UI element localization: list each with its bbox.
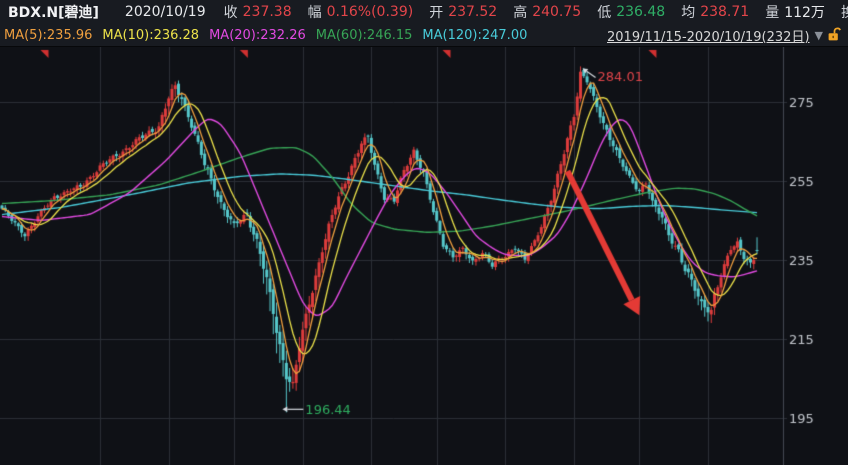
field-high: 高240.75 <box>513 2 581 22</box>
field-open: 开237.52 <box>429 2 497 22</box>
ma-legend-item-3: MA(60):246.15 <box>316 28 413 43</box>
header-field-value: 240.75 <box>532 4 581 20</box>
quote-row: BDX.N[碧迪] 2020/10/19 收237.38 幅0.16%(0.39… <box>0 0 848 24</box>
field-avg: 均238.71 <box>681 2 749 22</box>
ma-legend-item-2: MA(20):232.26 <box>209 28 306 43</box>
field-turnover: 换0.39% <box>841 2 848 22</box>
chevron-down-icon[interactable]: ▼ <box>815 29 823 42</box>
quote-date: 2020/10/19 <box>125 4 206 20</box>
field-close: 收237.38 <box>224 2 292 22</box>
stock-symbol: BDX.N[碧迪] <box>8 2 99 22</box>
ma-legend-item-1: MA(10):236.28 <box>102 28 199 43</box>
ma-legend-item-4: MA(120):247.00 <box>422 28 527 43</box>
header-field-value: 112万 <box>784 2 825 22</box>
header-field-value: 237.38 <box>243 4 292 20</box>
date-range-selector[interactable]: 2019/11/15-2020/10/19(232日) ▼ <box>607 24 842 46</box>
ma-legend-item-0: MA(5):235.96 <box>4 28 92 43</box>
header-field-value: 0.16%(0.39) <box>327 4 414 20</box>
date-range-label[interactable]: 2019/11/15-2020/10/19(232日) <box>607 26 810 45</box>
header-field-value: 236.48 <box>616 4 665 20</box>
field-volume: 量112万 <box>765 2 825 22</box>
header: BDX.N[碧迪] 2020/10/19 收237.38 幅0.16%(0.39… <box>0 0 848 47</box>
ma-legend-row: MA(5):235.96 MA(10):236.28 MA(20):232.26… <box>0 24 848 47</box>
unlock-icon[interactable] <box>827 27 842 42</box>
header-field-value: 238.71 <box>700 4 749 20</box>
field-change: 幅0.16%(0.39) <box>308 2 414 22</box>
header-field-value: 237.52 <box>448 4 497 20</box>
field-low: 低236.48 <box>597 2 665 22</box>
kline-chart-canvas[interactable] <box>0 47 848 465</box>
